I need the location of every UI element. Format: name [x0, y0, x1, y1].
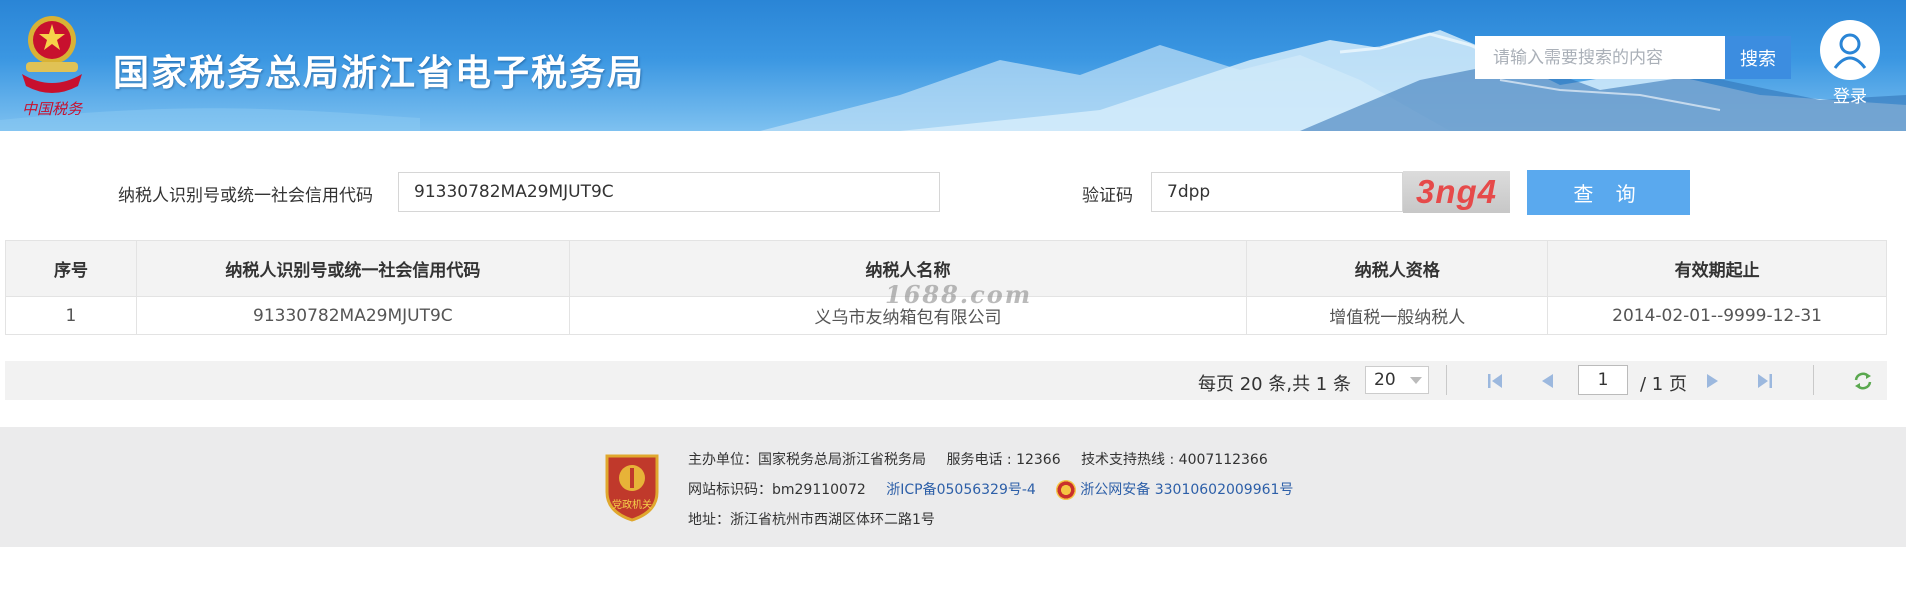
- footer-address: 地址：浙江省杭州市西湖区体环二路1号: [688, 512, 935, 528]
- login-button[interactable]: 登录: [1820, 20, 1880, 107]
- party-government-badge-icon[interactable]: 党政机关: [603, 452, 661, 522]
- site-footer: 党政机关 主办单位：国家税务总局浙江省税务局 服务电话 : 12366 技术支持…: [0, 427, 1906, 547]
- captcha-label: 验证码: [1082, 186, 1133, 206]
- pagination-summary: 每页 20 条,共 1 条: [1198, 374, 1351, 395]
- footer-line-1: 主办单位：国家税务总局浙江省税务局 服务电话 : 12366 技术支持热线 : …: [688, 449, 1268, 469]
- col-header-taxpayer-id: 纳税人识别号或统一社会信用代码: [135, 240, 570, 297]
- icp-link[interactable]: 浙ICP备05056329号-4: [886, 482, 1036, 498]
- police-record[interactable]: 浙公网安备 33010602009961号: [1056, 480, 1293, 500]
- last-page-icon[interactable]: [1755, 371, 1775, 391]
- police-badge-icon: [1056, 480, 1077, 500]
- search-button[interactable]: 搜索: [1725, 36, 1791, 79]
- captcha-image-text: 3ng4: [1415, 173, 1498, 210]
- taxpayer-id-label: 纳税人识别号或统一社会信用代码: [118, 186, 373, 206]
- next-page-icon[interactable]: [1703, 371, 1723, 391]
- col-header-index: 序号: [5, 240, 137, 297]
- current-page-input[interactable]: 1: [1578, 365, 1628, 395]
- divider: [1446, 365, 1447, 395]
- captcha-image[interactable]: 3ng4: [1403, 171, 1510, 213]
- police-record-link[interactable]: 浙公网安备 33010602009961号: [1080, 482, 1293, 498]
- query-button[interactable]: 查 询: [1527, 170, 1690, 215]
- login-label: 登录: [1833, 87, 1867, 107]
- cell-validity: 2014-02-01--9999-12-31: [1547, 296, 1887, 335]
- cell-index: 1: [5, 296, 137, 335]
- taxpayer-id-input[interactable]: [398, 172, 940, 212]
- col-header-validity: 有效期起止: [1547, 240, 1887, 297]
- col-header-qualification: 纳税人资格: [1246, 240, 1549, 297]
- page-size-select[interactable]: 20: [1365, 366, 1429, 394]
- user-avatar-icon: [1820, 20, 1880, 80]
- cell-taxpayer-id: 91330782MA29MJUT9C: [135, 296, 570, 335]
- total-pages: / 1 页: [1640, 374, 1687, 395]
- captcha-input[interactable]: [1151, 172, 1403, 212]
- prev-page-icon[interactable]: [1537, 371, 1557, 391]
- sponsor: 主办单位：国家税务总局浙江省税务局: [688, 452, 926, 468]
- service-phone: 服务电话 : 12366: [946, 452, 1061, 468]
- chevron-down-icon: [1410, 377, 1422, 384]
- site-header: 中国税务 国家税务总局浙江省电子税务局 搜索 登录: [0, 0, 1906, 131]
- support-hotline: 技术支持热线 : 4007112366: [1081, 452, 1268, 468]
- search-input[interactable]: [1475, 36, 1725, 79]
- watermark: 1688.com: [885, 280, 1033, 309]
- refresh-icon[interactable]: [1853, 371, 1873, 391]
- footer-line-2: 网站标识码：bm29110072 浙ICP备05056329号-4 浙公网安备 …: [688, 479, 1293, 500]
- site-title: 国家税务总局浙江省电子税务局: [113, 53, 646, 94]
- first-page-icon[interactable]: [1485, 371, 1505, 391]
- emblem-caption: 中国税务: [22, 100, 84, 118]
- badge-text: 党政机关: [612, 498, 652, 511]
- pagination-bar: 每页 20 条,共 1 条 20 1 / 1 页: [5, 361, 1887, 400]
- page-size-value: 20: [1374, 370, 1396, 390]
- cell-qualification: 增值税一般纳税人: [1246, 296, 1549, 335]
- site-id: 网站标识码：bm29110072: [688, 482, 866, 498]
- divider: [1813, 365, 1814, 395]
- tax-emblem-icon: 中国税务: [22, 16, 84, 118]
